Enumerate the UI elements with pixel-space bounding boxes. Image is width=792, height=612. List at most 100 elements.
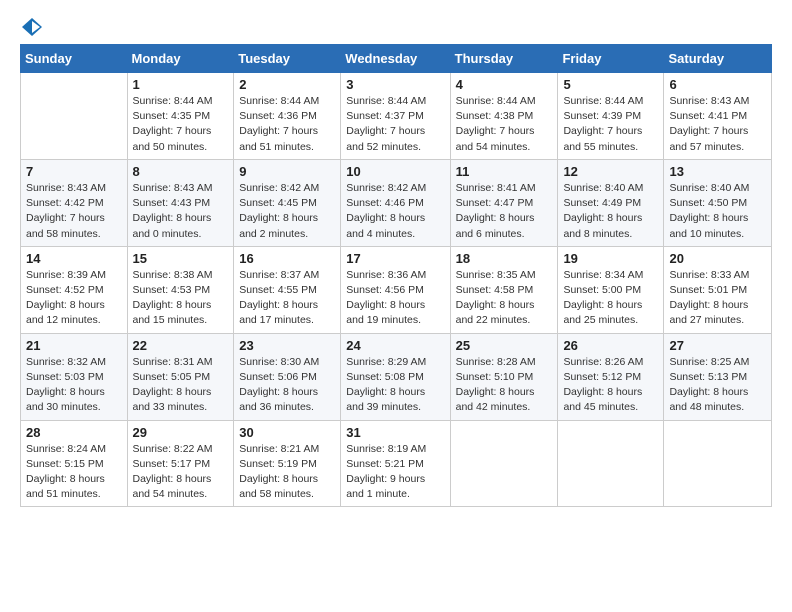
calendar-cell: 23 Sunrise: 8:30 AMSunset: 5:06 PMDayligh… [234,333,341,420]
calendar-cell: 16 Sunrise: 8:37 AMSunset: 4:55 PMDayligh… [234,246,341,333]
day-info: Sunrise: 8:40 AMSunset: 4:49 PMDaylight:… [563,181,658,242]
day-number: 15 [133,251,229,266]
col-wednesday: Wednesday [341,45,450,73]
day-number: 16 [239,251,335,266]
calendar-cell: 20 Sunrise: 8:33 AMSunset: 5:01 PMDayligh… [664,246,772,333]
day-number: 1 [133,77,229,92]
calendar-cell: 12 Sunrise: 8:40 AMSunset: 4:49 PMDayligh… [558,159,664,246]
day-info: Sunrise: 8:31 AMSunset: 5:05 PMDaylight:… [133,355,229,416]
day-info: Sunrise: 8:33 AMSunset: 5:01 PMDaylight:… [669,268,766,329]
calendar-cell: 26Sunrise: 8:26 AMSunset: 5:12 PMDayligh… [558,333,664,420]
calendar-cell [664,420,772,507]
calendar-cell: 22 Sunrise: 8:31 AMSunset: 5:05 PMDayligh… [127,333,234,420]
day-info: Sunrise: 8:34 AMSunset: 5:00 PMDaylight:… [563,268,658,329]
page: Sunday Monday Tuesday Wednesday Thursday… [0,0,792,612]
day-info: Sunrise: 8:24 AMSunset: 5:15 PMDaylight:… [26,442,122,503]
day-number: 31 [346,425,444,440]
header [20,16,772,34]
day-number: 3 [346,77,444,92]
day-info: Sunrise: 8:21 AMSunset: 5:19 PMDaylight:… [239,442,335,503]
day-number: 7 [26,164,122,179]
day-info: Sunrise: 8:40 AMSunset: 4:50 PMDaylight:… [669,181,766,242]
day-info: Sunrise: 8:43 AMSunset: 4:42 PMDaylight:… [26,181,122,242]
day-info: Sunrise: 8:32 AMSunset: 5:03 PMDaylight:… [26,355,122,416]
calendar-cell: 2 Sunrise: 8:44 AMSunset: 4:36 PMDaylight… [234,73,341,160]
day-number: 17 [346,251,444,266]
col-saturday: Saturday [664,45,772,73]
col-monday: Monday [127,45,234,73]
day-number: 22 [133,338,229,353]
day-info: Sunrise: 8:36 AMSunset: 4:56 PMDaylight:… [346,268,444,329]
calendar-cell [450,420,558,507]
calendar-cell: 24 Sunrise: 8:29 AMSunset: 5:08 PMDayligh… [341,333,450,420]
day-number: 20 [669,251,766,266]
day-number: 23 [239,338,335,353]
day-info: Sunrise: 8:44 AMSunset: 4:37 PMDaylight:… [346,94,444,155]
calendar-week-row: 1 Sunrise: 8:44 AMSunset: 4:35 PMDaylight… [21,73,772,160]
day-number: 14 [26,251,122,266]
day-number: 9 [239,164,335,179]
day-number: 27 [669,338,766,353]
day-info: Sunrise: 8:41 AMSunset: 4:47 PMDaylight:… [456,181,553,242]
calendar-cell: 9Sunrise: 8:42 AMSunset: 4:45 PMDaylight… [234,159,341,246]
day-number: 8 [133,164,229,179]
calendar-cell: 15Sunrise: 8:38 AMSunset: 4:53 PMDayligh… [127,246,234,333]
day-info: Sunrise: 8:19 AMSunset: 5:21 PMDaylight:… [346,442,444,503]
day-number: 28 [26,425,122,440]
logo [20,16,44,34]
col-thursday: Thursday [450,45,558,73]
day-info: Sunrise: 8:28 AMSunset: 5:10 PMDaylight:… [456,355,553,416]
calendar-cell: 10Sunrise: 8:42 AMSunset: 4:46 PMDayligh… [341,159,450,246]
calendar-cell: 14 Sunrise: 8:39 AMSunset: 4:52 PMDayligh… [21,246,128,333]
calendar-week-row: 14 Sunrise: 8:39 AMSunset: 4:52 PMDayligh… [21,246,772,333]
calendar-week-row: 21 Sunrise: 8:32 AMSunset: 5:03 PMDayligh… [21,333,772,420]
calendar-cell: 28 Sunrise: 8:24 AMSunset: 5:15 PMDayligh… [21,420,128,507]
calendar-cell: 31 Sunrise: 8:19 AMSunset: 5:21 PMDayligh… [341,420,450,507]
day-info: Sunrise: 8:44 AMSunset: 4:39 PMDaylight:… [563,94,658,155]
day-info: Sunrise: 8:44 AMSunset: 4:36 PMDaylight:… [239,94,335,155]
day-info: Sunrise: 8:37 AMSunset: 4:55 PMDaylight:… [239,268,335,329]
calendar-cell [21,73,128,160]
day-number: 29 [133,425,229,440]
col-tuesday: Tuesday [234,45,341,73]
calendar-cell: 8Sunrise: 8:43 AMSunset: 4:43 PMDaylight… [127,159,234,246]
col-friday: Friday [558,45,664,73]
day-info: Sunrise: 8:25 AMSunset: 5:13 PMDaylight:… [669,355,766,416]
day-number: 30 [239,425,335,440]
day-info: Sunrise: 8:29 AMSunset: 5:08 PMDaylight:… [346,355,444,416]
day-number: 2 [239,77,335,92]
day-info: Sunrise: 8:44 AMSunset: 4:38 PMDaylight:… [456,94,553,155]
calendar-cell: 17 Sunrise: 8:36 AMSunset: 4:56 PMDayligh… [341,246,450,333]
day-number: 5 [563,77,658,92]
day-number: 12 [563,164,658,179]
day-number: 21 [26,338,122,353]
day-info: Sunrise: 8:39 AMSunset: 4:52 PMDaylight:… [26,268,122,329]
day-number: 11 [456,164,553,179]
day-info: Sunrise: 8:30 AMSunset: 5:06 PMDaylight:… [239,355,335,416]
calendar-week-row: 28 Sunrise: 8:24 AMSunset: 5:15 PMDayligh… [21,420,772,507]
col-sunday: Sunday [21,45,128,73]
calendar-cell [558,420,664,507]
calendar-cell: 7 Sunrise: 8:43 AMSunset: 4:42 PMDaylight… [21,159,128,246]
day-info: Sunrise: 8:44 AMSunset: 4:35 PMDaylight:… [133,94,229,155]
calendar-cell: 18Sunrise: 8:35 AMSunset: 4:58 PMDayligh… [450,246,558,333]
calendar-header-row: Sunday Monday Tuesday Wednesday Thursday… [21,45,772,73]
day-number: 25 [456,338,553,353]
calendar-cell: 6Sunrise: 8:43 AMSunset: 4:41 PMDaylight… [664,73,772,160]
calendar-cell: 29Sunrise: 8:22 AMSunset: 5:17 PMDayligh… [127,420,234,507]
calendar-cell: 4Sunrise: 8:44 AMSunset: 4:38 PMDaylight… [450,73,558,160]
day-number: 19 [563,251,658,266]
day-number: 26 [563,338,658,353]
calendar-cell: 30 Sunrise: 8:21 AMSunset: 5:19 PMDayligh… [234,420,341,507]
calendar-cell: 11 Sunrise: 8:41 AMSunset: 4:47 PMDayligh… [450,159,558,246]
calendar-table: Sunday Monday Tuesday Wednesday Thursday… [20,44,772,507]
calendar-cell: 25 Sunrise: 8:28 AMSunset: 5:10 PMDayligh… [450,333,558,420]
calendar-week-row: 7 Sunrise: 8:43 AMSunset: 4:42 PMDaylight… [21,159,772,246]
calendar-cell: 21 Sunrise: 8:32 AMSunset: 5:03 PMDayligh… [21,333,128,420]
day-info: Sunrise: 8:35 AMSunset: 4:58 PMDaylight:… [456,268,553,329]
day-info: Sunrise: 8:42 AMSunset: 4:46 PMDaylight:… [346,181,444,242]
calendar-cell: 19 Sunrise: 8:34 AMSunset: 5:00 PMDayligh… [558,246,664,333]
calendar-cell: 3 Sunrise: 8:44 AMSunset: 4:37 PMDaylight… [341,73,450,160]
calendar-cell: 13Sunrise: 8:40 AMSunset: 4:50 PMDayligh… [664,159,772,246]
day-number: 24 [346,338,444,353]
